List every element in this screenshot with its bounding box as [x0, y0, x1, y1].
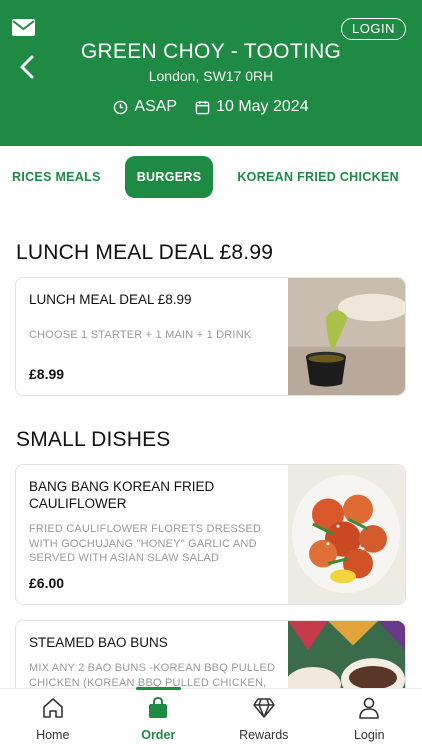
person-icon [359, 697, 380, 719]
nav-rewards-label: Rewards [239, 728, 289, 742]
menu-item-photo [288, 278, 405, 395]
clock-icon [114, 100, 128, 114]
delivery-date[interactable]: 10 May 2024 [195, 98, 309, 116]
nav-home-label: Home [36, 728, 70, 742]
section-title-lunch-meal-deal: LUNCH MEAL DEAL £8.99 [16, 241, 274, 264]
menu-item-info: LUNCH MEAL DEAL £8.99 CHOOSE 1 STARTER +… [29, 278, 279, 343]
menu-item-title: LUNCH MEAL DEAL £8.99 [29, 292, 192, 307]
store-header: LOGIN GREEN CHOY - TOOTING London, SW17 … [0, 0, 422, 146]
nav-order-label: Order [141, 728, 176, 742]
order-time-row[interactable]: ASAP 10 May 2024 [0, 98, 422, 116]
tab-korean-fried-chicken[interactable]: KOREAN FRIED CHICKEN [225, 156, 411, 198]
nav-home[interactable]: Home [0, 689, 106, 750]
menu-item-info: BANG BANG KOREAN FRIED CAULIFLOWER FRIED… [29, 465, 279, 566]
home-icon [42, 698, 63, 718]
diamond-icon [253, 698, 275, 718]
tab-rices-meals[interactable]: RICES MEALS [0, 156, 113, 198]
nav-login[interactable]: Login [317, 689, 422, 750]
menu-item-info: STEAMED BAO BUNS MIX ANY 2 BAO BUNS -KOR… [29, 621, 279, 690]
time-label: ASAP [134, 98, 178, 115]
delivery-time[interactable]: ASAP [113, 98, 177, 116]
nav-order[interactable]: Order [106, 687, 212, 750]
menu-item-photo [288, 465, 405, 604]
tab-next-category[interactable]: S [411, 156, 422, 198]
store-location: London, SW17 0RH [148, 68, 274, 84]
menu-item-title: STEAMED BAO BUNS [29, 635, 168, 650]
section-title-small-dishes: SMALL DISHES [16, 428, 171, 451]
nav-rewards[interactable]: Rewards [211, 689, 317, 750]
login-button[interactable]: LOGIN [341, 18, 406, 40]
menu-item-price: £8.99 [29, 366, 65, 382]
date-label: 10 May 2024 [216, 98, 309, 115]
calendar-icon [195, 100, 210, 114]
menu-item-description: FRIED CAULIFLOWER FLORETS DRESSED WITH G… [29, 523, 262, 564]
bag-icon [149, 696, 168, 718]
menu-item-title: BANG BANG KOREAN FRIED CAULIFLOWER [29, 479, 215, 511]
menu-item-price: £6.00 [29, 575, 65, 591]
category-tabs: RICES MEALS BURGERS KOREAN FRIED CHICKEN… [0, 156, 422, 198]
menu-item-card[interactable]: LUNCH MEAL DEAL £8.99 CHOOSE 1 STARTER +… [15, 277, 406, 396]
bottom-navigation: Home Order Rewards Login [0, 687, 422, 750]
menu-item-description: CHOOSE 1 STARTER + 1 MAIN + 1 DRINK [29, 329, 252, 341]
tab-burgers[interactable]: BURGERS [124, 156, 214, 198]
menu-item-card[interactable]: BANG BANG KOREAN FRIED CAULIFLOWER FRIED… [15, 464, 406, 605]
nav-login-label: Login [353, 728, 385, 742]
menu-item-description: MIX ANY 2 BAO BUNS -KOREAN BBQ PULLED CH… [29, 662, 276, 689]
store-name: GREEN CHOY - TOOTING [80, 40, 342, 63]
mail-icon[interactable] [12, 19, 35, 36]
active-indicator [135, 687, 181, 690]
